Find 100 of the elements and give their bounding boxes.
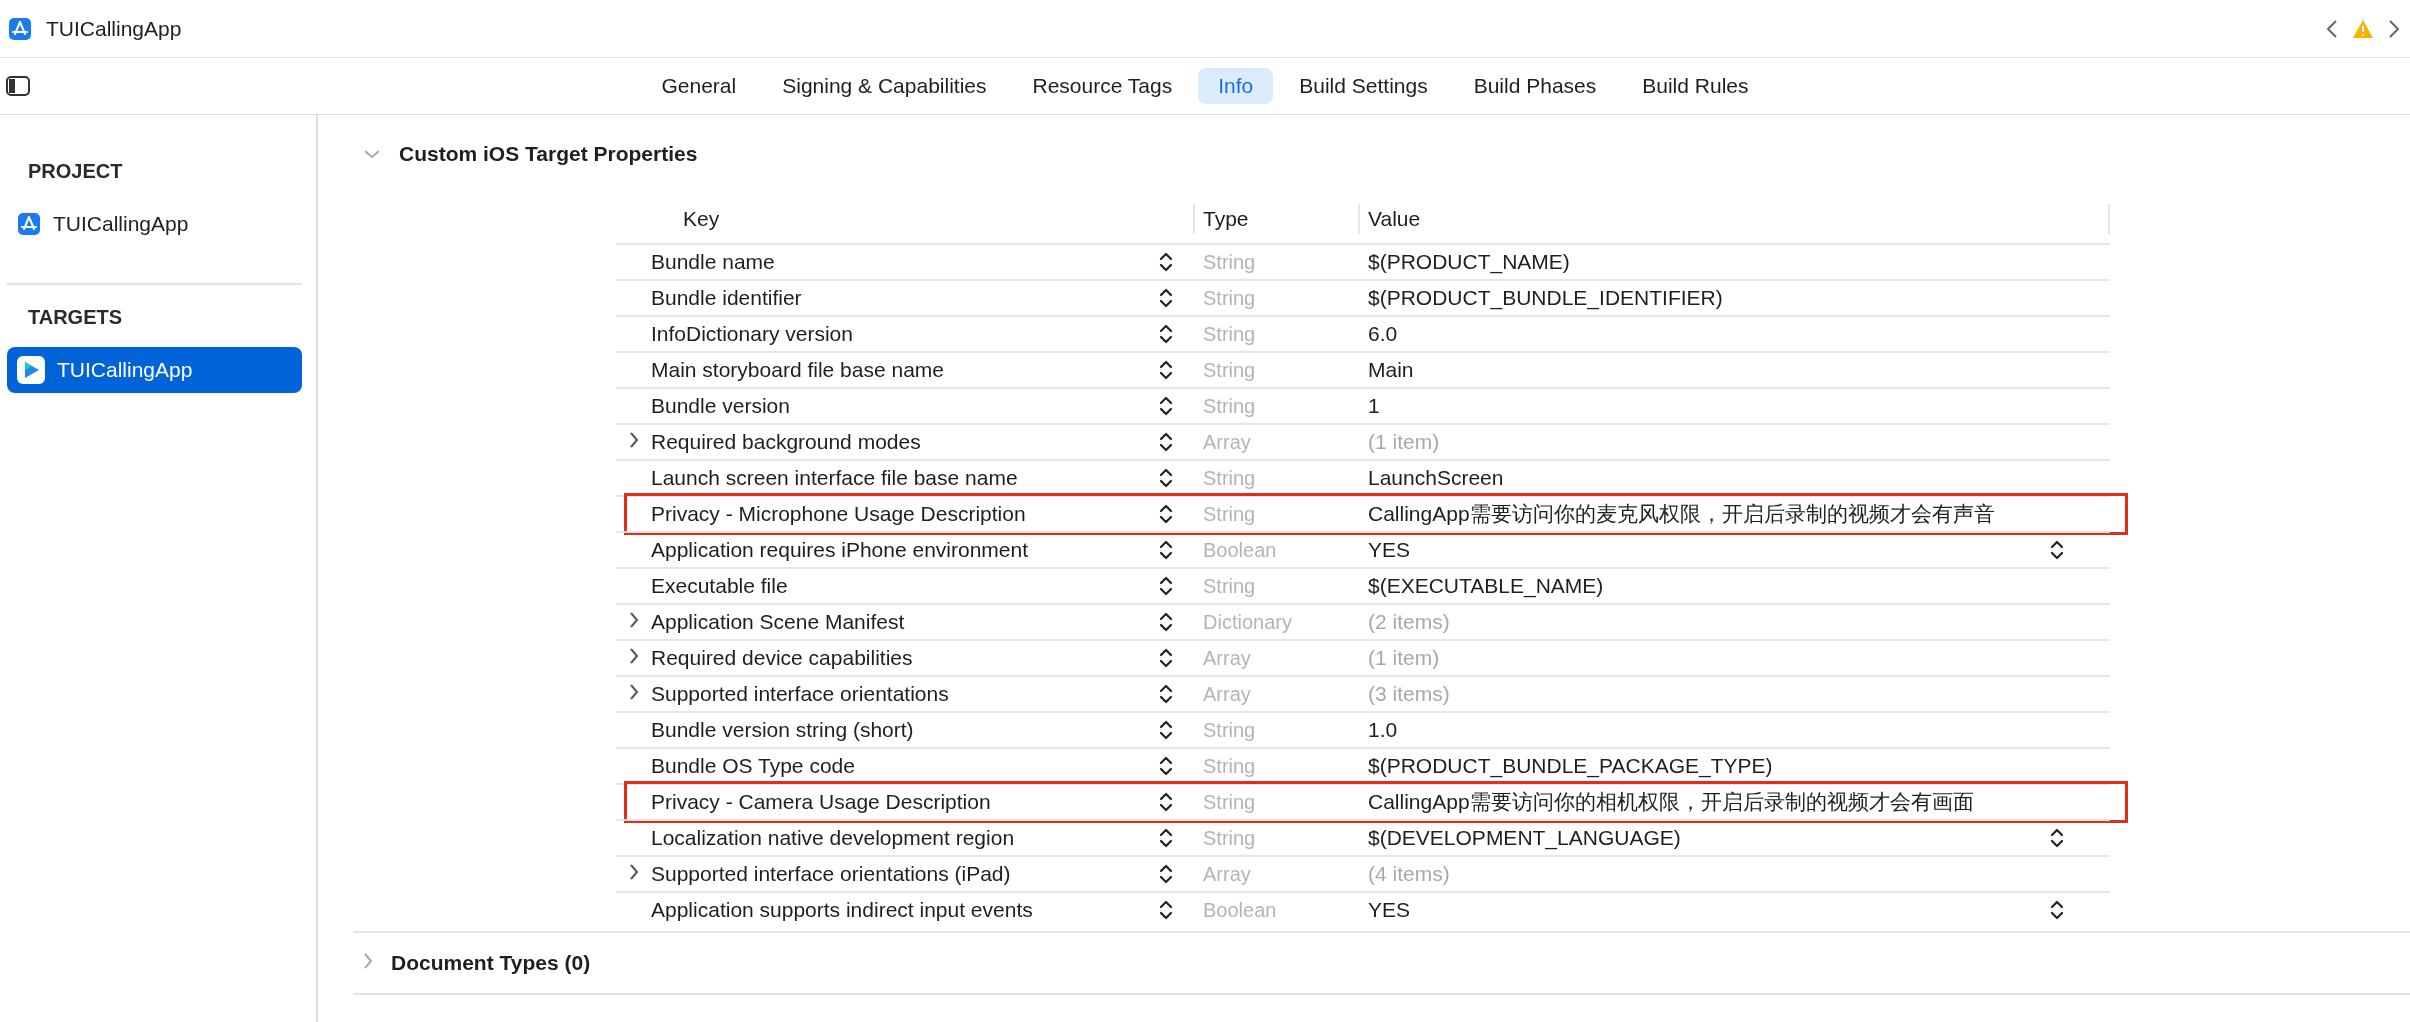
type-cell-text: Array <box>1202 682 1252 706</box>
tab[interactable]: General <box>641 68 757 104</box>
sidebar-item-label: TUICallingApp <box>57 358 193 382</box>
type-cell-text: Boolean <box>1202 898 1278 922</box>
tab[interactable]: Resource Tags <box>1012 68 1193 104</box>
key-cell-text: Privacy - Camera Usage Description <box>651 790 992 814</box>
type-cell-text: String <box>1202 358 1257 382</box>
stepper-icon[interactable] <box>1159 718 1173 742</box>
app-store-icon <box>17 212 41 236</box>
value-cell-text: LaunchScreen <box>1368 466 1505 490</box>
value-cell-text: (4 items) <box>1368 862 1451 886</box>
chevron-right-icon[interactable] <box>628 683 639 701</box>
key-cell-text: Localization native development region <box>651 826 1016 850</box>
key-cell-text: Application supports indirect input events <box>651 898 1034 922</box>
sidebar-toggle-icon[interactable] <box>6 76 30 96</box>
key-cell-text: Bundle name <box>651 250 776 274</box>
stepper-icon[interactable] <box>1159 466 1173 490</box>
key-cell-text: Bundle version <box>651 394 791 418</box>
type-cell-text: Boolean <box>1202 538 1278 562</box>
value-cell-text: $(EXECUTABLE_NAME) <box>1368 574 1605 598</box>
value-cell-text: CallingApp需要访问你的麦克风权限，开启后录制的视频才会有声音 <box>1368 501 1996 527</box>
stepper-icon[interactable] <box>1159 538 1173 562</box>
key-cell-text: Supported interface orientations <box>651 682 950 706</box>
value-cell-text: Main <box>1368 358 1415 382</box>
tab[interactable]: Build Phases <box>1453 68 1617 104</box>
value-cell-text: 1 <box>1368 394 1381 418</box>
type-cell-text: Array <box>1202 862 1252 886</box>
type-cell-text: Dictionary <box>1202 610 1293 634</box>
key-cell-text: Application Scene Manifest <box>651 610 906 634</box>
column-header[interactable]: Type <box>1193 204 1358 234</box>
key-cell-text: Executable file <box>651 574 789 598</box>
type-cell-text: String <box>1202 466 1257 490</box>
key-cell-text: Required background modes <box>651 430 922 454</box>
type-cell-text: String <box>1202 286 1257 310</box>
forward-icon[interactable] <box>2388 18 2400 39</box>
stepper-icon[interactable] <box>1159 898 1173 922</box>
tab[interactable]: Build Settings <box>1279 68 1448 104</box>
key-cell-text: Application requires iPhone environment <box>651 538 1030 562</box>
stepper-icon[interactable] <box>1159 790 1173 814</box>
type-cell-text: String <box>1202 502 1257 526</box>
chevron-right-icon[interactable] <box>628 647 639 665</box>
key-cell-text: Launch screen interface file base name <box>651 466 1019 490</box>
sidebar-item-label: TUICallingApp <box>53 212 189 236</box>
stepper-icon[interactable] <box>1159 250 1173 274</box>
value-cell-text: $(PRODUCT_BUNDLE_IDENTIFIER) <box>1368 286 1724 310</box>
chevron-right-icon[interactable] <box>628 431 639 449</box>
chevron-right-icon[interactable] <box>628 863 639 881</box>
value-cell-text: 6.0 <box>1368 322 1399 346</box>
stepper-icon[interactable] <box>1159 394 1173 418</box>
stepper-icon[interactable] <box>1159 754 1173 778</box>
type-cell-text: String <box>1202 322 1257 346</box>
value-cell-text: $(PRODUCT_BUNDLE_PACKAGE_TYPE) <box>1368 754 1774 778</box>
stepper-icon[interactable] <box>2050 826 2064 850</box>
column-header[interactable]: Key <box>616 204 1193 234</box>
tab[interactable]: Build Rules <box>1622 68 1769 104</box>
value-cell-text: $(PRODUCT_NAME) <box>1368 250 1571 274</box>
stepper-icon[interactable] <box>1159 826 1173 850</box>
stepper-icon[interactable] <box>1159 862 1173 886</box>
stepper-icon[interactable] <box>1159 430 1173 454</box>
key-cell-text: Privacy - Microphone Usage Description <box>651 502 1027 526</box>
section-title: Document Types (0) <box>391 951 591 975</box>
sidebar-item[interactable]: TUICallingApp <box>7 347 302 393</box>
app-store-icon <box>8 16 32 41</box>
stepper-icon[interactable] <box>1159 322 1173 346</box>
window-title: TUICallingApp <box>46 16 183 41</box>
value-cell-text: (1 item) <box>1368 646 1441 670</box>
stepper-icon[interactable] <box>1159 646 1173 670</box>
stepper-icon[interactable] <box>1159 286 1173 310</box>
key-cell-text: Bundle OS Type code <box>651 754 856 778</box>
type-cell-text: Array <box>1202 646 1252 670</box>
stepper-icon[interactable] <box>1159 574 1173 598</box>
key-cell-text: Bundle identifier <box>651 286 803 310</box>
key-cell-text: Supported interface orientations (iPad) <box>651 862 1012 886</box>
back-icon[interactable] <box>2326 18 2338 39</box>
chevron-right-icon[interactable] <box>628 611 639 629</box>
tab[interactable]: Info <box>1198 68 1274 104</box>
value-cell-text: (1 item) <box>1368 430 1441 454</box>
value-cell-text: $(DEVELOPMENT_LANGUAGE) <box>1368 826 1682 850</box>
type-cell-text: String <box>1202 394 1257 418</box>
sidebar-item[interactable]: TUICallingApp <box>7 201 302 247</box>
stepper-icon[interactable] <box>1159 502 1173 526</box>
sidebar-heading: TARGETS <box>27 305 124 330</box>
type-cell-text: Array <box>1202 430 1252 454</box>
stepper-icon[interactable] <box>2050 538 2064 562</box>
type-cell-text: String <box>1202 250 1257 274</box>
type-cell-text: String <box>1202 754 1257 778</box>
stepper-icon[interactable] <box>1159 610 1173 634</box>
key-cell-text: InfoDictionary version <box>651 322 854 346</box>
stepper-icon[interactable] <box>1159 682 1173 706</box>
value-cell-text: YES <box>1368 538 1412 562</box>
value-cell-text: (3 items) <box>1368 682 1451 706</box>
key-cell-text: Required device capabilities <box>651 646 914 670</box>
stepper-icon[interactable] <box>2050 898 2064 922</box>
value-cell-text: YES <box>1368 898 1412 922</box>
tab[interactable]: Signing & Capabilities <box>762 68 1007 104</box>
column-header[interactable]: Value <box>1358 204 2108 234</box>
stepper-icon[interactable] <box>1159 358 1173 382</box>
value-cell-text: (2 items) <box>1368 610 1451 634</box>
type-cell-text: String <box>1202 790 1257 814</box>
type-cell-text: String <box>1202 826 1257 850</box>
